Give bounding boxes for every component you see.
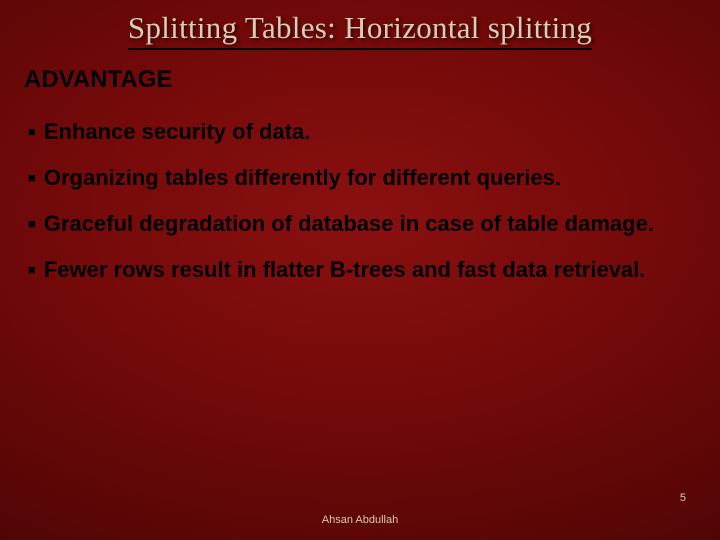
bullet-list: ■ Enhance security of data. ■ Organizing… [0,94,720,284]
square-bullet-icon: ■ [28,118,36,146]
list-item: ■ Graceful degradation of database in ca… [28,210,692,238]
subheading: ADVANTAGE [0,54,720,94]
square-bullet-icon: ■ [28,164,36,192]
list-item: ■ Organizing tables differently for diff… [28,164,692,192]
list-item: ■ Enhance security of data. [28,118,692,146]
list-item: ■ Fewer rows result in flatter B-trees a… [28,256,692,284]
slide-number: 5 [680,492,686,504]
bullet-text: Enhance security of data. [44,118,692,146]
author-footer: Ahsan Abdullah [0,514,720,526]
bullet-text: Fewer rows result in flatter B-trees and… [44,256,692,284]
square-bullet-icon: ■ [28,210,36,238]
title-container: Splitting Tables: Horizontal splitting [0,0,720,54]
slide-title: Splitting Tables: Horizontal splitting [128,10,592,50]
bullet-text: Graceful degradation of database in case… [44,210,692,238]
square-bullet-icon: ■ [28,256,36,284]
bullet-text: Organizing tables differently for differ… [44,164,692,192]
